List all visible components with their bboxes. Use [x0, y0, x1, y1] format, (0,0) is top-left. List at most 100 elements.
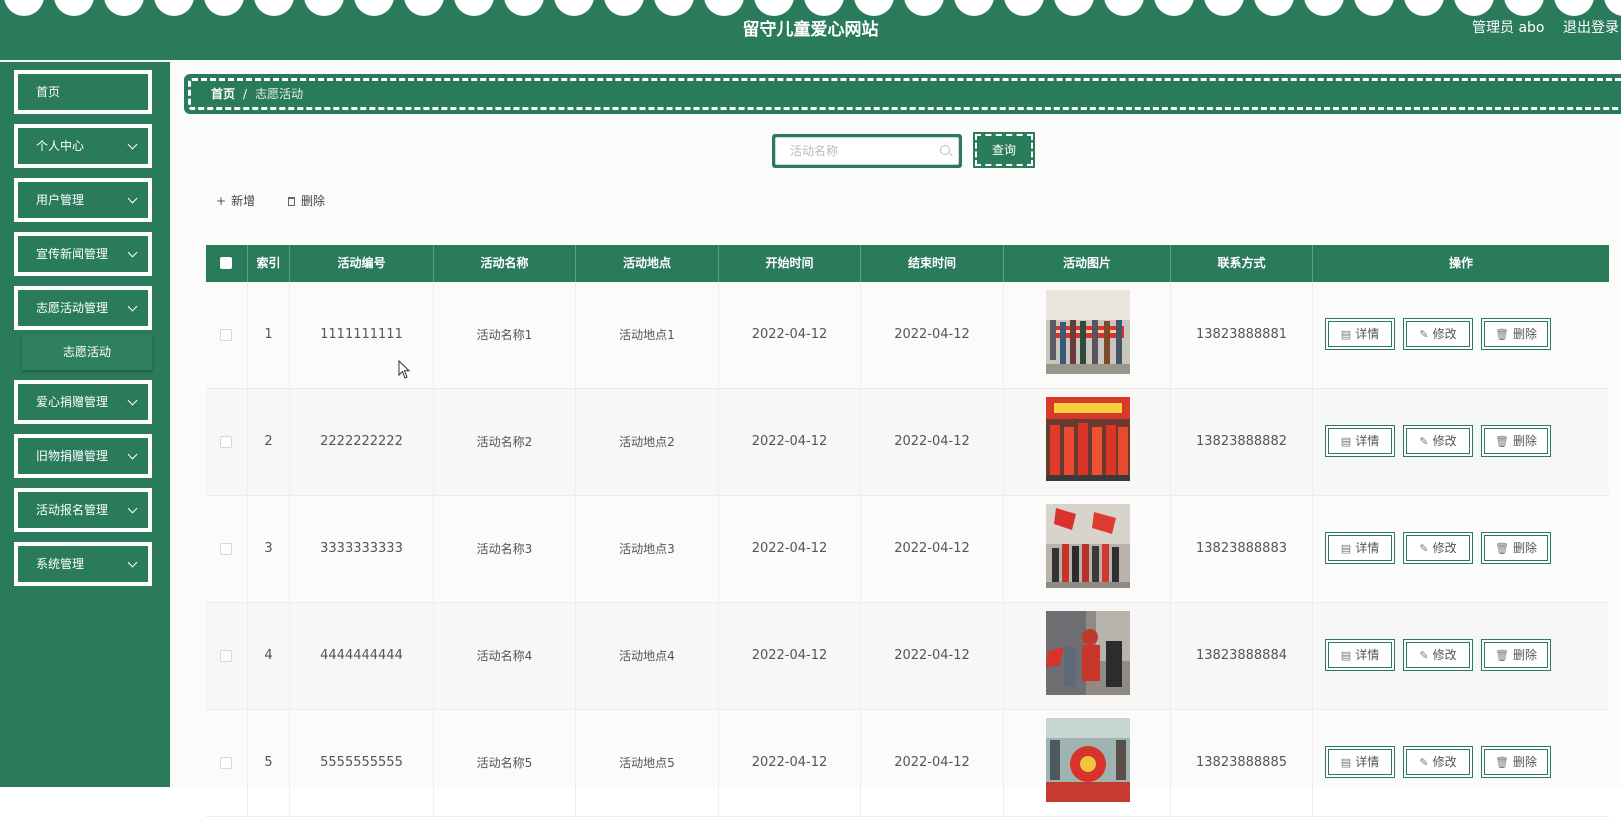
scallop-shape [354, 0, 394, 16]
document-icon: ▤ [1340, 542, 1352, 555]
column-header: 活动编号 [290, 245, 434, 282]
row-checkbox[interactable] [220, 757, 232, 769]
sidebar-item-user-management[interactable]: 用户管理 [14, 178, 152, 222]
detail-button[interactable]: ▤ 详情 [1325, 746, 1395, 778]
detail-button[interactable]: ▤ 详情 [1325, 639, 1395, 671]
index-cell: 3 [248, 496, 290, 602]
place-cell: 活动地点2 [576, 389, 719, 495]
activity-image[interactable] [1046, 611, 1130, 695]
scallop-shape [1054, 0, 1094, 16]
start-time-cell: 2022-04-12 [719, 389, 861, 495]
sidebar-item-activity-signup[interactable]: 活动报名管理 [14, 488, 152, 532]
row-check-cell [206, 389, 248, 495]
search-icon [940, 145, 950, 155]
edit-button[interactable]: ✎ 修改 [1403, 425, 1473, 457]
sidebar-item-home[interactable]: 首页 [14, 70, 152, 114]
edit-icon: ✎ [1419, 756, 1429, 769]
row-checkbox[interactable] [220, 329, 232, 341]
edit-button[interactable]: ✎ 修改 [1403, 532, 1473, 564]
column-header: 联系方式 [1171, 245, 1313, 282]
detail-button[interactable]: ▤ 详情 [1325, 318, 1395, 350]
phone-cell: 13823888884 [1171, 603, 1313, 709]
add-button[interactable]: + 新增 [216, 192, 255, 209]
row-check-cell [206, 710, 248, 816]
sidebar-item-used-goods-donation[interactable]: 旧物捐赠管理 [14, 434, 152, 478]
sidebar-item-label: 系统管理 [36, 557, 85, 571]
document-icon: ▤ [1340, 328, 1352, 341]
search-input[interactable] [775, 137, 959, 165]
detail-label: 详情 [1355, 434, 1380, 448]
trash-icon: 🗑 [1495, 649, 1509, 662]
sidebar-item-system-management[interactable]: 系统管理 [14, 542, 152, 586]
detail-label: 详情 [1355, 327, 1380, 341]
row-checkbox[interactable] [220, 543, 232, 555]
scallop-shape [1354, 0, 1394, 16]
activity-image[interactable] [1046, 504, 1130, 588]
index-cell: 2 [248, 389, 290, 495]
scallop-shape [854, 0, 894, 16]
edit-button[interactable]: ✎ 修改 [1403, 639, 1473, 671]
scallop-shape [1304, 0, 1344, 16]
chevron-down-icon [127, 301, 138, 312]
scallop-shape [504, 0, 544, 16]
delete-button[interactable]: 🗑 删除 [1481, 532, 1551, 564]
sidebar-item-label: 个人中心 [36, 139, 85, 153]
activity-image[interactable] [1046, 290, 1130, 374]
query-button[interactable]: 查询 [973, 132, 1035, 168]
detail-label: 详情 [1355, 755, 1380, 769]
start-time-cell: 2022-04-12 [719, 496, 861, 602]
code-cell: 1111111111 [290, 282, 434, 388]
end-time-cell: 2022-04-12 [861, 389, 1004, 495]
image-cell [1004, 389, 1171, 495]
scallop-shape [904, 0, 944, 16]
breadcrumb: 首页 / 志愿活动 [184, 74, 1621, 114]
activity-image[interactable] [1046, 397, 1130, 481]
sidebar-item-personal-center[interactable]: 个人中心 [14, 124, 152, 168]
sidebar-item-label: 首页 [36, 85, 61, 99]
plus-icon: + [216, 194, 227, 208]
delete-button[interactable]: 🗑 删除 [1481, 318, 1551, 350]
logout-link[interactable]: 退出登录 [1563, 17, 1619, 37]
row-checkbox[interactable] [220, 436, 232, 448]
row-check-cell [206, 282, 248, 388]
scallop-shape [1604, 0, 1621, 16]
scallop-shape [954, 0, 994, 16]
scallop-shape [154, 0, 194, 16]
scallop-shape [754, 0, 794, 16]
detail-button[interactable]: ▤ 详情 [1325, 532, 1395, 564]
delete-button[interactable]: 🗑 删除 [1481, 746, 1551, 778]
table-row: 4 4444444444 活动名称4 活动地点4 2022-04-12 2022… [206, 603, 1609, 710]
column-header: 结束时间 [861, 245, 1004, 282]
scallop-shape [1554, 0, 1594, 16]
sidebar-item-love-donation[interactable]: 爱心捐赠管理 [14, 380, 152, 424]
activity-image[interactable] [1046, 718, 1130, 802]
top-header: 留守儿童爱心网站 管理员 abo 退出登录 [0, 0, 1621, 60]
end-time-cell: 2022-04-12 [861, 710, 1004, 816]
select-all-checkbox[interactable] [220, 257, 232, 269]
edit-label: 修改 [1432, 755, 1457, 769]
select-all-cell [206, 245, 248, 282]
submenu-item-volunteer-activity[interactable]: 志愿活动 [22, 334, 152, 370]
row-checkbox[interactable] [220, 650, 232, 662]
delete-button[interactable]: 🗑 删除 [1481, 425, 1551, 457]
chevron-down-icon [127, 139, 138, 150]
edit-icon: ✎ [1419, 435, 1429, 448]
scallop-shape [254, 0, 294, 16]
index-cell: 1 [248, 282, 290, 388]
delete-button[interactable]: 🗑 删除 [1481, 639, 1551, 671]
scallop-shape [1254, 0, 1294, 16]
sidebar-item-news-management[interactable]: 宣传新闻管理 [14, 232, 152, 276]
code-cell: 2222222222 [290, 389, 434, 495]
breadcrumb-home[interactable]: 首页 [211, 87, 235, 101]
scallop-shape [804, 0, 844, 16]
batch-delete-button[interactable]: 删除 [288, 192, 325, 209]
edit-button[interactable]: ✎ 修改 [1403, 318, 1473, 350]
edit-button[interactable]: ✎ 修改 [1403, 746, 1473, 778]
sidebar-item-label: 用户管理 [36, 193, 85, 207]
row-check-cell [206, 603, 248, 709]
detail-button[interactable]: ▤ 详情 [1325, 425, 1395, 457]
site-title: 留守儿童爱心网站 [742, 20, 879, 40]
sidebar-item-volunteer-management[interactable]: 志愿活动管理 [14, 286, 152, 330]
code-cell: 4444444444 [290, 603, 434, 709]
scallop-shape [4, 0, 44, 16]
